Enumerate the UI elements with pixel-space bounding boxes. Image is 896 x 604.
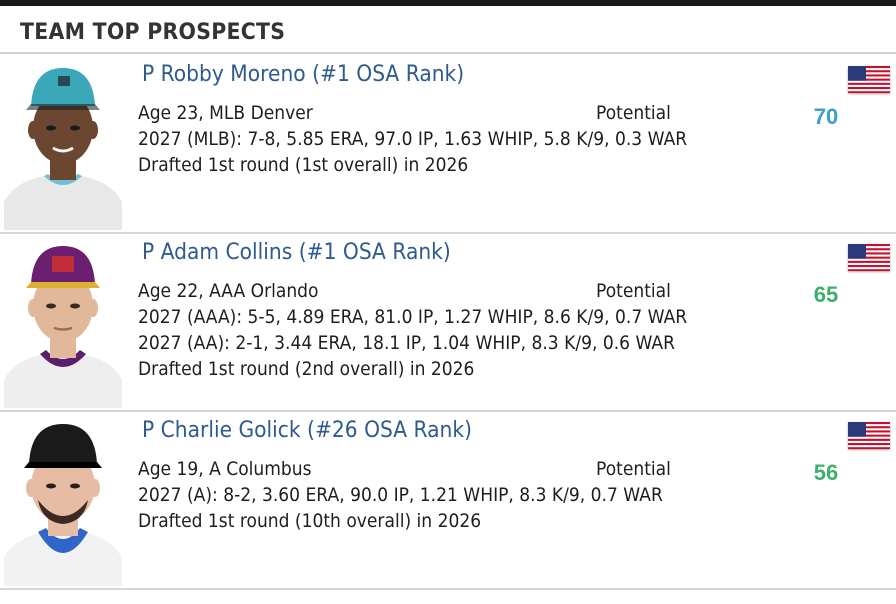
prospect-row: P Adam Collins (#1 OSA Rank) Age 22, AAA…	[0, 234, 896, 412]
team-top-prospects-panel: TEAM TOP PROSPECTS P Robby Moreno (#1 OS…	[0, 6, 896, 604]
season-stats-line: 2027 (AAA): 5-5, 4.89 ERA, 81.0 IP, 1.27…	[138, 306, 688, 328]
player-name-link[interactable]: P Adam Collins (#1 OSA Rank)	[142, 240, 451, 265]
prospect-row: P Charlie Golick (#26 OSA Rank) Age 19, …	[0, 412, 896, 590]
player-name-link[interactable]: P Charlie Golick (#26 OSA Rank)	[142, 418, 472, 443]
draft-info: Drafted 1st round (1st overall) in 2026	[138, 154, 469, 176]
potential-label: Potential	[596, 458, 671, 480]
draft-info: Drafted 1st round (10th overall) in 2026	[138, 510, 482, 532]
potential-value: 70	[813, 104, 839, 129]
potential-label: Potential	[596, 280, 671, 302]
panel-header: TEAM TOP PROSPECTS	[0, 6, 896, 54]
potential-value: 65	[813, 282, 839, 307]
season-stats-line: 2027 (MLB): 7-8, 5.85 ERA, 97.0 IP, 1.63…	[138, 128, 688, 150]
player-portrait[interactable]	[4, 240, 122, 408]
player-bio: Age 23, MLB Denver	[138, 102, 313, 124]
season-stats-line: 2027 (A): 8-2, 3.60 ERA, 90.0 IP, 1.21 W…	[138, 484, 663, 506]
player-name-link[interactable]: P Robby Moreno (#1 OSA Rank)	[142, 62, 464, 87]
us-flag-icon	[848, 422, 890, 449]
draft-info: Drafted 1st round (2nd overall) in 2026	[138, 358, 475, 380]
player-bio: Age 19, A Columbus	[138, 458, 312, 480]
season-stats-line: 2027 (AA): 2-1, 3.44 ERA, 18.1 IP, 1.04 …	[138, 332, 676, 354]
potential-label: Potential	[596, 102, 671, 124]
panel-title: TEAM TOP PROSPECTS	[20, 20, 286, 45]
potential-value: 56	[813, 460, 839, 485]
prospect-row: P Robby Moreno (#1 OSA Rank) Age 23, MLB…	[0, 56, 896, 234]
us-flag-icon	[848, 244, 890, 271]
player-bio: Age 22, AAA Orlando	[138, 280, 319, 302]
player-portrait[interactable]	[4, 418, 122, 586]
us-flag-icon	[848, 66, 890, 93]
player-portrait[interactable]	[4, 62, 122, 230]
